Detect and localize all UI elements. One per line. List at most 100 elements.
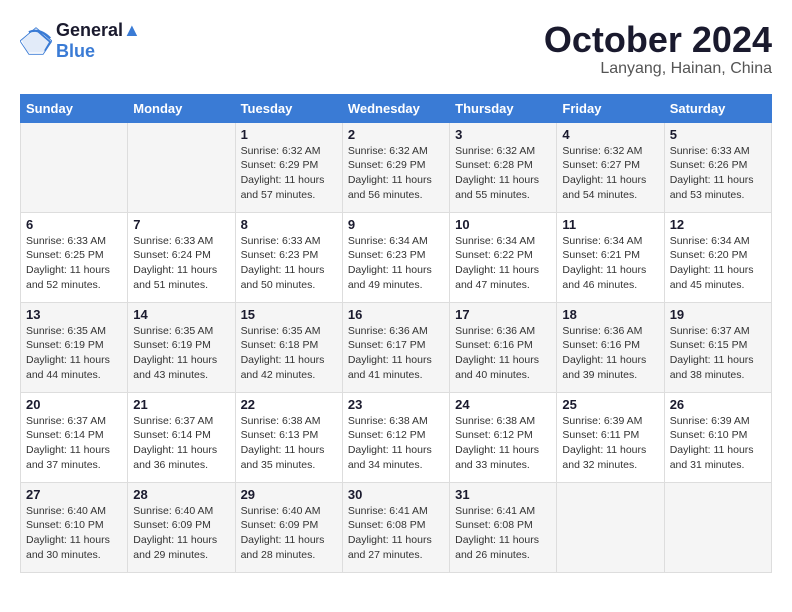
- calendar-cell: 26 Sunrise: 6:39 AMSunset: 6:10 PMDayligh…: [664, 392, 771, 482]
- calendar-cell: [557, 482, 664, 572]
- day-of-week-header: Tuesday: [235, 94, 342, 122]
- logo-icon: [20, 27, 52, 55]
- calendar-cell: 7 Sunrise: 6:33 AMSunset: 6:24 PMDaylight…: [128, 212, 235, 302]
- day-info: Sunrise: 6:33 AMSunset: 6:24 PMDaylight:…: [133, 234, 229, 293]
- calendar-table: SundayMondayTuesdayWednesdayThursdayFrid…: [20, 94, 772, 573]
- day-info: Sunrise: 6:38 AMSunset: 6:13 PMDaylight:…: [241, 414, 337, 473]
- day-number: 7: [133, 217, 229, 232]
- day-info: Sunrise: 6:34 AMSunset: 6:20 PMDaylight:…: [670, 234, 766, 293]
- calendar-cell: 17 Sunrise: 6:36 AMSunset: 6:16 PMDayligh…: [450, 302, 557, 392]
- day-info: Sunrise: 6:32 AMSunset: 6:29 PMDaylight:…: [348, 144, 444, 203]
- calendar-cell: 15Sunrise: 6:35 AMSunset: 6:18 PMDayligh…: [235, 302, 342, 392]
- day-info: Sunrise: 6:38 AMSunset: 6:12 PMDaylight:…: [455, 414, 551, 473]
- title-block: October 2024 Lanyang, Hainan, China: [544, 20, 772, 78]
- calendar-cell: 30 Sunrise: 6:41 AMSunset: 6:08 PMDayligh…: [342, 482, 449, 572]
- calendar-cell: 16Sunrise: 6:36 AMSunset: 6:17 PMDayligh…: [342, 302, 449, 392]
- calendar-cell: 23 Sunrise: 6:38 AMSunset: 6:12 PMDayligh…: [342, 392, 449, 482]
- calendar-cell: 27Sunrise: 6:40 AMSunset: 6:10 PMDayligh…: [21, 482, 128, 572]
- calendar-cell: 24 Sunrise: 6:38 AMSunset: 6:12 PMDayligh…: [450, 392, 557, 482]
- calendar-cell: 5 Sunrise: 6:33 AMSunset: 6:26 PMDaylight…: [664, 122, 771, 212]
- day-info: Sunrise: 6:40 AMSunset: 6:09 PMDaylight:…: [133, 504, 229, 563]
- calendar-cell: 10 Sunrise: 6:34 AMSunset: 6:22 PMDayligh…: [450, 212, 557, 302]
- day-number: 4: [562, 127, 658, 142]
- logo-text: General▲ Blue: [56, 20, 141, 62]
- day-info: Sunrise: 6:33 AMSunset: 6:26 PMDaylight:…: [670, 144, 766, 203]
- day-info: Sunrise: 6:33 AMSunset: 6:25 PMDaylight:…: [26, 234, 122, 293]
- day-number: 10: [455, 217, 551, 232]
- calendar-cell: 6 Sunrise: 6:33 AMSunset: 6:25 PMDaylight…: [21, 212, 128, 302]
- calendar-cell: 8 Sunrise: 6:33 AMSunset: 6:23 PMDaylight…: [235, 212, 342, 302]
- day-number: 2: [348, 127, 444, 142]
- day-number: 26: [670, 397, 766, 412]
- calendar-cell: 19 Sunrise: 6:37 AMSunset: 6:15 PMDayligh…: [664, 302, 771, 392]
- day-number: 28: [133, 487, 229, 502]
- day-number: 16: [348, 307, 444, 322]
- month-title: October 2024: [544, 20, 772, 60]
- day-number: 29: [241, 487, 337, 502]
- calendar-cell: 20Sunrise: 6:37 AMSunset: 6:14 PMDayligh…: [21, 392, 128, 482]
- day-number: 31: [455, 487, 551, 502]
- day-info: Sunrise: 6:41 AMSunset: 6:08 PMDaylight:…: [455, 504, 551, 563]
- calendar-cell: 4 Sunrise: 6:32 AMSunset: 6:27 PMDaylight…: [557, 122, 664, 212]
- day-number: 11: [562, 217, 658, 232]
- day-info: Sunrise: 6:37 AMSunset: 6:14 PMDaylight:…: [133, 414, 229, 473]
- calendar-cell: 22Sunrise: 6:38 AMSunset: 6:13 PMDayligh…: [235, 392, 342, 482]
- day-number: 3: [455, 127, 551, 142]
- calendar-week-row: 27Sunrise: 6:40 AMSunset: 6:10 PMDayligh…: [21, 482, 772, 572]
- day-info: Sunrise: 6:39 AMSunset: 6:11 PMDaylight:…: [562, 414, 658, 473]
- day-info: Sunrise: 6:32 AMSunset: 6:27 PMDaylight:…: [562, 144, 658, 203]
- location: Lanyang, Hainan, China: [544, 60, 772, 78]
- day-info: Sunrise: 6:41 AMSunset: 6:08 PMDaylight:…: [348, 504, 444, 563]
- day-of-week-header: Saturday: [664, 94, 771, 122]
- day-info: Sunrise: 6:32 AMSunset: 6:29 PMDaylight:…: [241, 144, 337, 203]
- calendar-cell: 28 Sunrise: 6:40 AMSunset: 6:09 PMDayligh…: [128, 482, 235, 572]
- day-of-week-header: Thursday: [450, 94, 557, 122]
- day-number: 17: [455, 307, 551, 322]
- day-info: Sunrise: 6:35 AMSunset: 6:19 PMDaylight:…: [26, 324, 122, 383]
- day-number: 30: [348, 487, 444, 502]
- calendar-week-row: 13Sunrise: 6:35 AMSunset: 6:19 PMDayligh…: [21, 302, 772, 392]
- calendar-cell: 21Sunrise: 6:37 AMSunset: 6:14 PMDayligh…: [128, 392, 235, 482]
- page-header: General▲ Blue October 2024 Lanyang, Hain…: [20, 20, 772, 78]
- day-info: Sunrise: 6:34 AMSunset: 6:23 PMDaylight:…: [348, 234, 444, 293]
- day-info: Sunrise: 6:38 AMSunset: 6:12 PMDaylight:…: [348, 414, 444, 473]
- calendar-cell: 31 Sunrise: 6:41 AMSunset: 6:08 PMDayligh…: [450, 482, 557, 572]
- day-info: Sunrise: 6:37 AMSunset: 6:15 PMDaylight:…: [670, 324, 766, 383]
- calendar-week-row: 6 Sunrise: 6:33 AMSunset: 6:25 PMDaylight…: [21, 212, 772, 302]
- day-number: 19: [670, 307, 766, 322]
- calendar-week-row: 1 Sunrise: 6:32 AMSunset: 6:29 PMDaylight…: [21, 122, 772, 212]
- calendar-cell: [664, 482, 771, 572]
- day-info: Sunrise: 6:36 AMSunset: 6:16 PMDaylight:…: [562, 324, 658, 383]
- day-info: Sunrise: 6:37 AMSunset: 6:14 PMDaylight:…: [26, 414, 122, 473]
- day-info: Sunrise: 6:34 AMSunset: 6:22 PMDaylight:…: [455, 234, 551, 293]
- day-info: Sunrise: 6:32 AMSunset: 6:28 PMDaylight:…: [455, 144, 551, 203]
- calendar-cell: 11Sunrise: 6:34 AMSunset: 6:21 PMDayligh…: [557, 212, 664, 302]
- calendar-header-row: SundayMondayTuesdayWednesdayThursdayFrid…: [21, 94, 772, 122]
- day-number: 5: [670, 127, 766, 142]
- day-number: 24: [455, 397, 551, 412]
- day-number: 12: [670, 217, 766, 232]
- day-of-week-header: Sunday: [21, 94, 128, 122]
- day-number: 18: [562, 307, 658, 322]
- day-of-week-header: Friday: [557, 94, 664, 122]
- day-number: 8: [241, 217, 337, 232]
- day-number: 23: [348, 397, 444, 412]
- calendar-cell: 25Sunrise: 6:39 AMSunset: 6:11 PMDayligh…: [557, 392, 664, 482]
- calendar-cell: 13Sunrise: 6:35 AMSunset: 6:19 PMDayligh…: [21, 302, 128, 392]
- calendar-cell: [21, 122, 128, 212]
- day-number: 15: [241, 307, 337, 322]
- calendar-cell: 12 Sunrise: 6:34 AMSunset: 6:20 PMDayligh…: [664, 212, 771, 302]
- day-info: Sunrise: 6:35 AMSunset: 6:19 PMDaylight:…: [133, 324, 229, 383]
- day-info: Sunrise: 6:39 AMSunset: 6:10 PMDaylight:…: [670, 414, 766, 473]
- day-number: 6: [26, 217, 122, 232]
- calendar-cell: [128, 122, 235, 212]
- day-info: Sunrise: 6:40 AMSunset: 6:09 PMDaylight:…: [241, 504, 337, 563]
- day-of-week-header: Wednesday: [342, 94, 449, 122]
- day-info: Sunrise: 6:36 AMSunset: 6:16 PMDaylight:…: [455, 324, 551, 383]
- day-number: 9: [348, 217, 444, 232]
- logo: General▲ Blue: [20, 20, 141, 62]
- day-number: 1: [241, 127, 337, 142]
- calendar-body: 1 Sunrise: 6:32 AMSunset: 6:29 PMDaylight…: [21, 122, 772, 572]
- calendar-cell: 9 Sunrise: 6:34 AMSunset: 6:23 PMDaylight…: [342, 212, 449, 302]
- day-info: Sunrise: 6:33 AMSunset: 6:23 PMDaylight:…: [241, 234, 337, 293]
